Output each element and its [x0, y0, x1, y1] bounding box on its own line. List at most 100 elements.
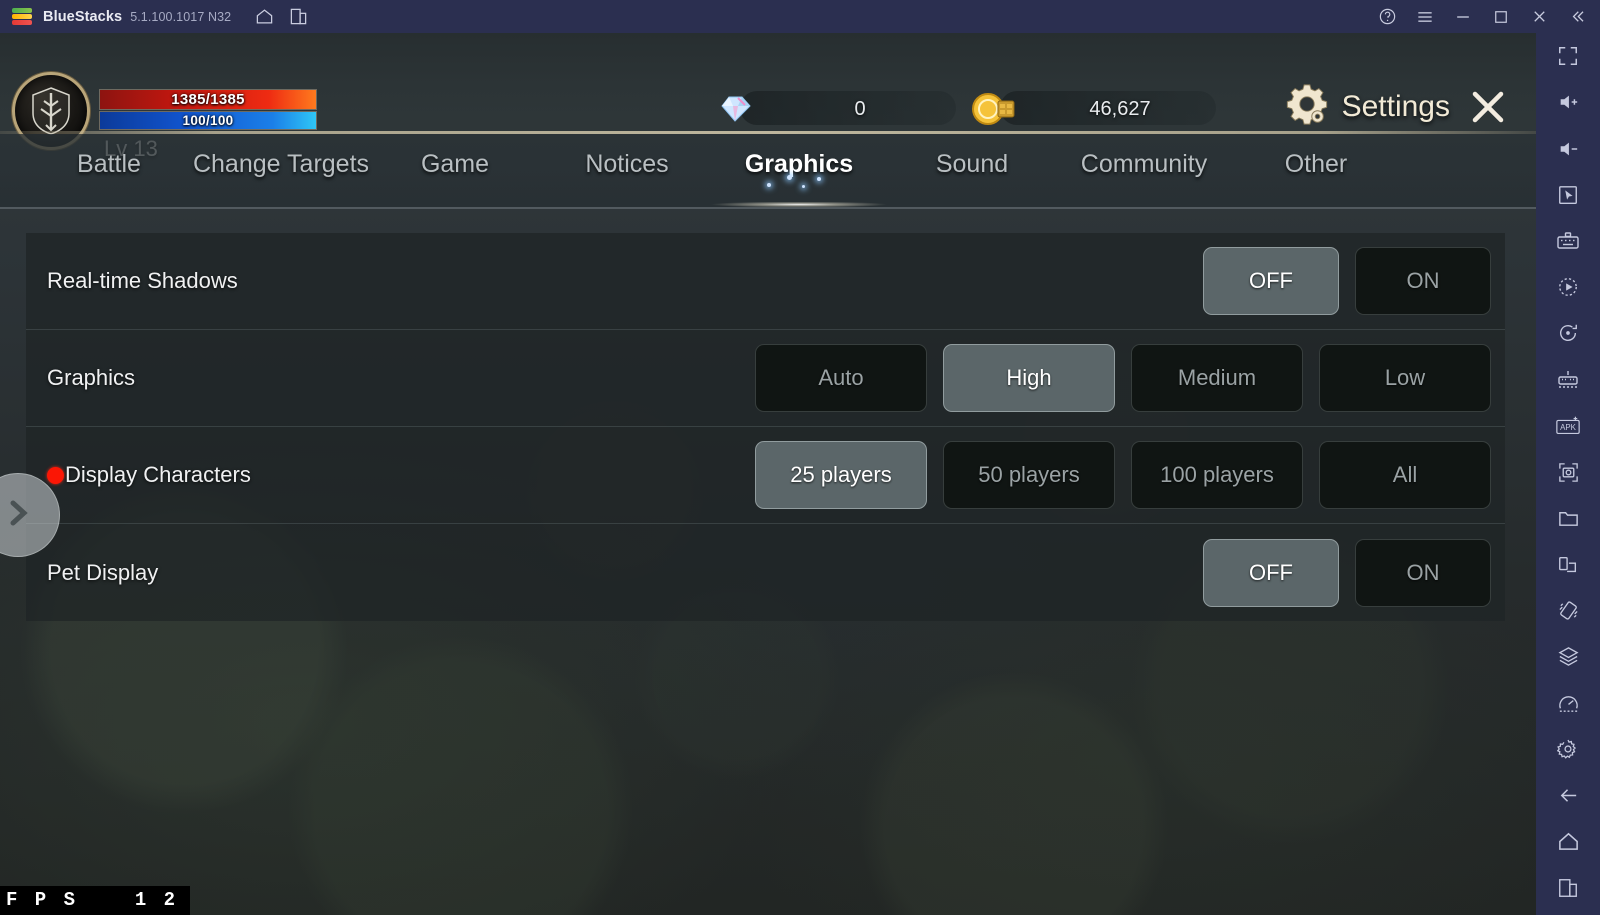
- gamepad-controls-icon[interactable]: [1536, 357, 1600, 403]
- tab-notices[interactable]: Notices: [552, 150, 702, 185]
- setting-label: Pet Display: [47, 559, 159, 585]
- app-title: BlueStacks: [43, 8, 123, 25]
- setting-label-wrap: Display Characters: [47, 462, 251, 488]
- gem-value: 0: [854, 97, 866, 120]
- setting-label-wrap: Real-time Shadows: [47, 268, 238, 294]
- gold-coin-icon: [966, 85, 1022, 133]
- media-folder-icon[interactable]: [1536, 495, 1600, 541]
- option-group: 25 players 50 players 100 players All: [755, 441, 1491, 509]
- title-bar: BlueStacks 5.1.100.1017 N32: [0, 0, 1600, 33]
- shake-icon[interactable]: [1536, 588, 1600, 634]
- fps-value: 1 2: [134, 889, 179, 911]
- option-button[interactable]: ON: [1355, 538, 1491, 607]
- attention-dot-icon: [47, 466, 64, 484]
- svg-text:APK: APK: [1560, 423, 1577, 432]
- bluestacks-logo-icon: [12, 7, 32, 26]
- gold-currency[interactable]: 46,627: [966, 85, 1218, 133]
- performance-meter-icon[interactable]: [1536, 680, 1600, 726]
- setting-label: Real-time Shadows: [47, 268, 238, 293]
- gold-value: 46,627: [1089, 97, 1151, 120]
- setting-label: Graphics: [47, 365, 136, 390]
- health-bar: 1385/1385: [99, 89, 317, 110]
- player-stat-bars: 1385/1385 100/100: [99, 89, 317, 130]
- keyboard-controls-icon[interactable]: [1536, 218, 1600, 264]
- option-group: OFF ON: [1203, 247, 1491, 315]
- option-button[interactable]: 50 players: [943, 441, 1115, 509]
- option-group: OFF ON: [1203, 538, 1491, 607]
- recent-apps-icon[interactable]: [1536, 865, 1600, 911]
- tab-label: Notices: [585, 150, 669, 178]
- tab-game[interactable]: Game: [385, 150, 525, 185]
- minimize-icon[interactable]: [1444, 0, 1482, 33]
- rotate-screen-icon[interactable]: [1536, 310, 1600, 356]
- home-icon[interactable]: [247, 0, 281, 33]
- graphics-settings-panel: Real-time Shadows OFF ON Graphics Auto High Me…: [26, 233, 1505, 621]
- help-icon[interactable]: [1368, 0, 1406, 33]
- multi-instance-icon[interactable]: [281, 0, 315, 33]
- option-button[interactable]: 100 players: [1131, 441, 1303, 509]
- settings-row: Graphics Auto High Medium Low: [26, 330, 1505, 427]
- app-version: 5.1.100.1017 N32: [130, 9, 232, 24]
- bluestacks-window: BlueStacks 5.1.100.1017 N32 1385/1385 10…: [0, 0, 1600, 915]
- tab-label: Other: [1284, 150, 1348, 178]
- tab-sound[interactable]: Sound: [897, 150, 1047, 185]
- back-arrow-icon[interactable]: [1536, 773, 1600, 819]
- cursor-pointer-icon[interactable]: [1536, 172, 1600, 218]
- setting-label-wrap: Pet Display: [47, 560, 158, 586]
- mana-bar: 100/100: [99, 111, 317, 130]
- settings-header-button[interactable]: Settings: [1284, 81, 1450, 132]
- tab-label: Battle: [77, 150, 141, 178]
- gear-icon: [1284, 81, 1330, 132]
- option-button[interactable]: High: [943, 344, 1115, 412]
- tab-sparkle-effect: [739, 171, 859, 193]
- settings-row: Display Characters 25 players 50 players 10…: [26, 427, 1505, 524]
- option-button[interactable]: OFF: [1203, 538, 1339, 607]
- screenshot-icon[interactable]: [1536, 449, 1600, 495]
- collapse-sidebar-icon[interactable]: [1558, 0, 1596, 33]
- tab-bar-divider: [0, 207, 1536, 209]
- mana-value: 100/100: [182, 113, 234, 128]
- volume-down-icon[interactable]: [1536, 125, 1600, 171]
- volume-up-icon[interactable]: [1536, 79, 1600, 125]
- option-button[interactable]: Medium: [1131, 344, 1303, 412]
- tab-label: Game: [420, 150, 490, 178]
- tab-label: Community: [1080, 150, 1208, 178]
- settings-row: Real-time Shadows OFF ON: [26, 233, 1505, 330]
- option-button[interactable]: All: [1319, 441, 1491, 509]
- maximize-icon[interactable]: [1482, 0, 1520, 33]
- tab-change-targets[interactable]: Change Targets: [166, 150, 396, 185]
- option-button[interactable]: Low: [1319, 344, 1491, 412]
- macro-recorder-icon[interactable]: [1536, 264, 1600, 310]
- install-apk-icon[interactable]: APK: [1536, 403, 1600, 449]
- option-group: Auto High Medium Low: [755, 344, 1491, 412]
- tab-label: Sound: [935, 150, 1009, 178]
- home-nav-icon[interactable]: [1536, 819, 1600, 865]
- bluestacks-sidebar: APK: [1536, 33, 1600, 915]
- tab-battle[interactable]: Battle: [34, 150, 184, 185]
- close-x-icon[interactable]: [1466, 85, 1510, 129]
- multi-instance-manager-icon[interactable]: [1536, 541, 1600, 587]
- fullscreen-icon[interactable]: [1536, 33, 1600, 79]
- tab-other[interactable]: Other: [1241, 150, 1391, 185]
- gem-currency[interactable]: 0: [706, 85, 958, 133]
- settings-gear-icon[interactable]: [1536, 726, 1600, 772]
- option-button[interactable]: OFF: [1203, 247, 1339, 315]
- close-icon[interactable]: [1520, 0, 1558, 33]
- menu-icon[interactable]: [1406, 0, 1444, 33]
- tab-community[interactable]: Community: [1044, 150, 1244, 185]
- health-value: 1385/1385: [171, 91, 245, 108]
- settings-tab-bar: Battle Change Targets Game Notices Graphics S…: [0, 134, 1536, 207]
- fps-label: F P S: [6, 889, 79, 911]
- option-button[interactable]: Auto: [755, 344, 927, 412]
- option-button[interactable]: 25 players: [755, 441, 927, 509]
- settings-label: Settings: [1341, 89, 1450, 123]
- fps-counter: F P S 1 2: [0, 886, 191, 915]
- diamond-icon: [706, 85, 762, 133]
- layers-eco-mode-icon[interactable]: [1536, 634, 1600, 680]
- settings-row: Pet Display OFF ON: [26, 524, 1505, 621]
- option-button[interactable]: ON: [1355, 247, 1491, 315]
- chevron-right-icon: [0, 494, 37, 537]
- tab-graphics[interactable]: Graphics: [711, 150, 887, 207]
- setting-label: Display Characters: [65, 462, 251, 487]
- game-viewport: 1385/1385 100/100 Lv 13: [0, 33, 1536, 915]
